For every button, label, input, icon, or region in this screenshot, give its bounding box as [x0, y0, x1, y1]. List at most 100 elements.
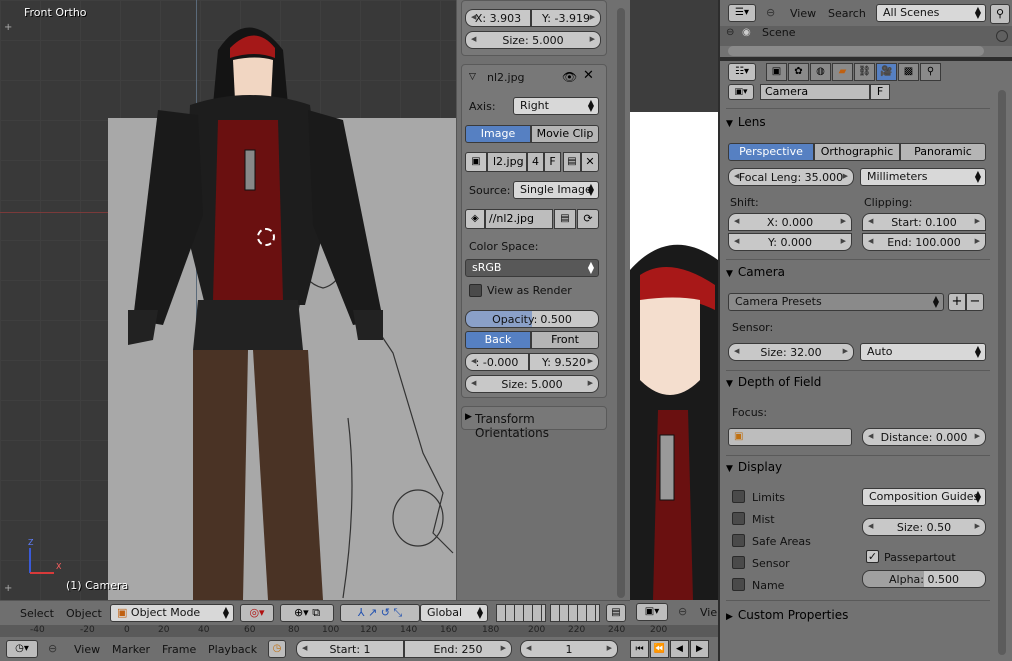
opacity-slider[interactable]: Opacity: 0.500: [465, 310, 599, 328]
source-select[interactable]: Single Image ▲ ▼: [513, 181, 599, 199]
current-frame-field[interactable]: ◀ 1 ▶: [520, 640, 618, 658]
bg-top-x-field[interactable]: ◀ X: 3.903: [465, 9, 531, 27]
offset-y-field[interactable]: Y: 9.520 ▶: [529, 353, 599, 371]
depth-of-field-header[interactable]: ▼ Depth of Field: [726, 371, 990, 393]
3d-cursor[interactable]: [257, 228, 275, 246]
manipulator-icons[interactable]: ⅄ ↗ ↺ ⤡: [340, 604, 420, 622]
play-reverse-icon[interactable]: ◀: [670, 640, 689, 658]
panoramic-tab[interactable]: Panoramic: [900, 143, 986, 161]
open-folder-icon[interactable]: ▤: [563, 152, 581, 172]
shading-select-icon[interactable]: ◎▾: [240, 604, 274, 622]
timeline-ruler[interactable]: -40 -20 0 20 40 60 80 100 120 140 160 18…: [0, 625, 630, 637]
image-users-count[interactable]: 4: [527, 152, 544, 172]
corner-plus-icon[interactable]: +: [4, 22, 12, 33]
marker-menu[interactable]: Marker: [112, 643, 150, 656]
expand-scene-icon[interactable]: ⊖: [726, 27, 734, 38]
composition-guides-select[interactable]: Composition Guides ▲ ▼: [862, 488, 986, 506]
prev-keyframe-icon[interactable]: ⏪: [650, 640, 669, 658]
remove-preset-icon[interactable]: −: [966, 293, 984, 311]
unlink-icon[interactable]: ✕: [581, 152, 599, 172]
world-tab-icon[interactable]: ◍: [810, 63, 831, 81]
view-as-render-checkbox[interactable]: [469, 284, 482, 297]
display-mode-select[interactable]: All Scenes ▲ ▼: [876, 4, 986, 22]
preview-range-icon[interactable]: ◷: [268, 640, 286, 658]
alpha-slider[interactable]: Alpha: 0.500: [862, 570, 986, 588]
dof-distance-field[interactable]: ◀ Distance: 0.000 ▶: [862, 428, 986, 446]
outliner-view-menu[interactable]: View: [790, 7, 816, 20]
object-menu[interactable]: Object: [66, 607, 102, 620]
lens-unit-select[interactable]: Millimeters ▲ ▼: [860, 168, 986, 186]
reload-icon[interactable]: ⟳: [577, 209, 599, 229]
pivot-select-icon[interactable]: ⊕▾ ⧉: [280, 604, 334, 622]
texture-tab-icon[interactable]: ▩: [898, 63, 919, 81]
scene-toggle-icon[interactable]: [996, 30, 1008, 42]
layer-buttons-1[interactable]: [496, 604, 546, 622]
camera-panel-header[interactable]: ▼ Camera: [726, 261, 990, 283]
offset-x-field[interactable]: ◀: -0.000: [465, 353, 529, 371]
size-field[interactable]: ◀ Size: 5.000 ▶: [465, 375, 599, 393]
eye-icon[interactable]: 👁: [562, 70, 577, 84]
fake-user-button[interactable]: F: [544, 152, 561, 172]
play-icon[interactable]: ▶: [690, 640, 709, 658]
image-datablock-field[interactable]: l2.jpg: [487, 152, 527, 172]
clip-start-field[interactable]: ◀ Start: 0.100 ▶: [862, 213, 986, 231]
tab-image[interactable]: Image: [465, 125, 531, 143]
select-menu[interactable]: Select: [20, 607, 54, 620]
properties-scrollbar[interactable]: [998, 90, 1006, 655]
shift-y-field[interactable]: ◀ Y: 0.000 ▶: [728, 233, 852, 251]
outliner-scene-item[interactable]: Scene: [762, 26, 796, 39]
focal-length-field[interactable]: ◀ Focal Leng: 35.000 ▶: [728, 168, 854, 186]
collapse-menu-icon[interactable]: ⊖: [766, 6, 775, 19]
start-frame-field[interactable]: ◀ Start: 1: [296, 640, 404, 658]
editor-type-icon[interactable]: ☰▾: [728, 4, 756, 22]
transform-orientations-panel[interactable]: Transform Orientations: [475, 412, 612, 440]
render-tab-icon[interactable]: ▣: [766, 63, 787, 81]
back-button[interactable]: Back: [465, 331, 531, 349]
focus-object-field[interactable]: ▣: [728, 428, 852, 446]
clip-end-field[interactable]: ◀ End: 100.000 ▶: [862, 233, 986, 251]
constraints-tab-icon[interactable]: ⛓: [854, 63, 875, 81]
camera-datablock-icon[interactable]: ▣▾: [728, 84, 754, 100]
playback-menu[interactable]: Playback: [208, 643, 257, 656]
jump-start-icon[interactable]: ⏮: [630, 640, 649, 658]
tab-movie-clip[interactable]: Movie Clip: [531, 125, 599, 143]
axis-select[interactable]: Right ▲ ▼: [513, 97, 599, 115]
mode-select[interactable]: ▣ Object Mode ▲ ▼: [110, 604, 234, 622]
mist-checkbox[interactable]: [732, 512, 745, 525]
bg-top-size-field[interactable]: ◀ Size: 5.000 ▶: [465, 31, 601, 49]
passepartout-checkbox[interactable]: ✓: [866, 550, 879, 563]
sensor-checkbox[interactable]: [732, 556, 745, 569]
image-browse-icon[interactable]: ▣: [465, 152, 487, 172]
camera-view[interactable]: [630, 0, 718, 600]
shift-x-field[interactable]: ◀ X: 0.000 ▶: [728, 213, 852, 231]
outliner-h-scrollbar[interactable]: [728, 46, 984, 56]
render-preview-icon[interactable]: ▤: [606, 604, 626, 622]
front-button[interactable]: Front: [531, 331, 599, 349]
limits-checkbox[interactable]: [732, 490, 745, 503]
scene-tab-icon[interactable]: ✿: [788, 63, 809, 81]
physics-tab-icon[interactable]: ⚲: [920, 63, 941, 81]
camera-editor-type-icon[interactable]: ▣▾: [636, 603, 668, 621]
object-tab-icon[interactable]: ▰: [832, 63, 853, 81]
bg-top-y-field[interactable]: Y: -3.919 ▶: [531, 9, 601, 27]
corner-plus-icon-bottom[interactable]: +: [4, 583, 12, 594]
display-panel-header[interactable]: ▼ Display: [726, 456, 990, 478]
collapse-triangle-icon[interactable]: ▽: [469, 72, 476, 82]
timeline-collapse-icon[interactable]: ⊖: [48, 642, 57, 655]
name-checkbox[interactable]: [732, 578, 745, 591]
camera-presets-select[interactable]: Camera Presets ▲ ▼: [728, 293, 944, 311]
camera-name-field[interactable]: Camera: [760, 84, 870, 100]
color-space-select[interactable]: sRGB ▲ ▼: [465, 259, 599, 277]
sensor-fit-select[interactable]: Auto ▲ ▼: [860, 343, 986, 361]
camera-collapse-icon[interactable]: ⊖: [678, 605, 687, 618]
add-preset-icon[interactable]: +: [948, 293, 966, 311]
perspective-tab[interactable]: Perspective: [728, 143, 814, 161]
outliner-search-menu[interactable]: Search: [828, 7, 866, 20]
layer-buttons-2[interactable]: [550, 604, 600, 622]
remove-background-icon[interactable]: ✕: [583, 68, 594, 83]
end-frame-field[interactable]: End: 250 ▶: [404, 640, 512, 658]
orientation-select[interactable]: Global ▲ ▼: [420, 604, 488, 622]
browse-file-icon[interactable]: ▤: [554, 209, 576, 229]
npanel-scrollbar[interactable]: [617, 8, 625, 598]
3d-viewport[interactable]: Front Ortho (1) Camera Z X + +: [0, 0, 458, 600]
